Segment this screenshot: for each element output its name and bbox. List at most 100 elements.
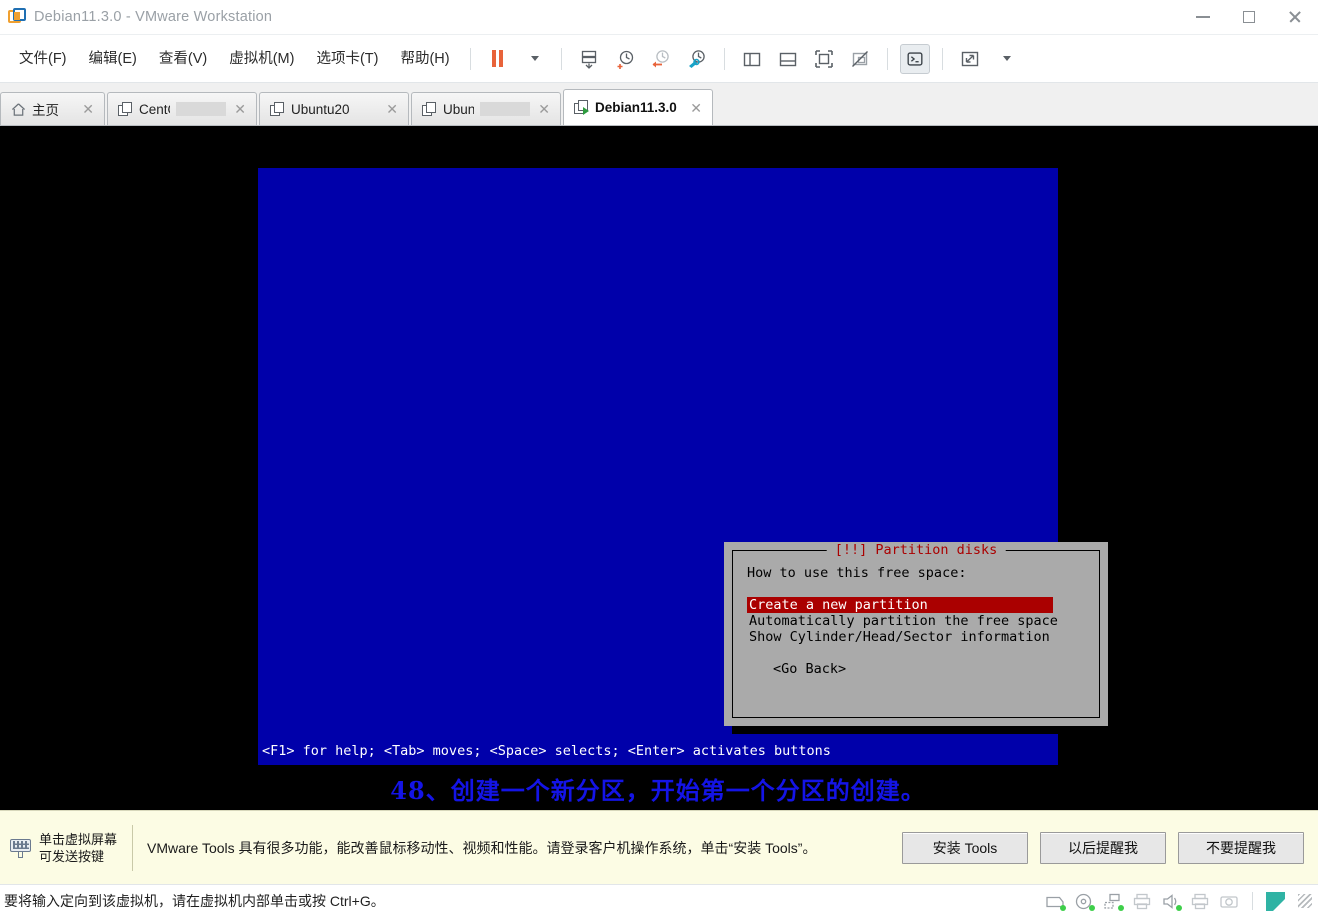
keyboard-hint-text: 单击虚拟屏幕 可发送按键 — [39, 831, 117, 865]
tab-home-close-icon[interactable]: ✕ — [80, 102, 96, 116]
stretch-dropdown[interactable] — [991, 44, 1021, 74]
option-create-new-partition[interactable]: Create a new partition — [747, 597, 1053, 613]
tab-centos7[interactable]: CentOS7 ✕ — [107, 92, 257, 125]
keyboard-hint-line1: 单击虚拟屏幕 — [39, 831, 118, 847]
vm-icon — [270, 101, 285, 117]
window-title: Debian11.3.0 - VMware Workstation — [34, 9, 273, 25]
vmware-tools-notification-bar: 单击虚拟屏幕 可发送按键 VMware Tools 具有很多功能，能改善鼠标移动… — [0, 810, 1318, 884]
tab-ubuntu20-close-icon[interactable]: ✕ — [384, 102, 400, 116]
show-thumbnail-bar-button[interactable] — [773, 44, 803, 74]
toolbar-separator — [723, 47, 725, 70]
printer-icon[interactable] — [1132, 893, 1152, 910]
menu-view[interactable]: 查看(V) — [150, 45, 216, 73]
status-separator — [1252, 892, 1253, 910]
vmware-logo-icon — [8, 8, 26, 26]
stretch-icon — [961, 51, 978, 66]
home-icon — [11, 102, 26, 117]
hard-disk-icon[interactable] — [1045, 893, 1066, 911]
snapshot-add-icon — [617, 50, 633, 69]
show-library-button[interactable] — [737, 44, 767, 74]
tab-debian11-close-icon[interactable]: ✕ — [688, 101, 704, 115]
notification-buttons: 安装 Tools 以后提醒我 不要提醒我 — [902, 831, 1318, 864]
chevron-down-icon — [531, 56, 540, 61]
camera-icon[interactable] — [1219, 893, 1239, 910]
menu-help[interactable]: 帮助(H) — [391, 45, 458, 73]
remind-me-later-button[interactable]: 以后提醒我 — [1040, 831, 1166, 864]
status-message: 要将输入定向到该虚拟机，请在虚拟机内部单击或按 Ctrl+G。 — [4, 893, 385, 909]
sound-card-icon[interactable] — [1161, 893, 1182, 911]
tab-home[interactable]: 主页 ✕ — [0, 92, 105, 125]
tab-ubuntu20-label: Ubuntu20 — [291, 101, 350, 117]
toolbar-separator — [560, 47, 562, 70]
cd-dvd-icon[interactable] — [1074, 893, 1095, 911]
debian-installer-screen[interactable]: [!!] Partition disks How to use this fre… — [258, 168, 1116, 765]
tab-ubuntu20[interactable]: Ubuntu20 ✕ — [259, 92, 409, 125]
take-snapshot-button[interactable] — [610, 44, 640, 74]
tab-centos7-close-icon[interactable]: ✕ — [232, 102, 248, 116]
menu-vm[interactable]: 虚拟机(M) — [220, 45, 303, 73]
fullscreen-button[interactable] — [809, 44, 839, 74]
vmware-workstation-window: Debian11.3.0 - VMware Workstation 文件(F) … — [0, 0, 1318, 917]
menu-file[interactable]: 文件(F) — [10, 45, 76, 73]
menu-tabs[interactable]: 选项卡(T) — [307, 45, 387, 73]
printer2-icon[interactable] — [1190, 893, 1210, 910]
vm-running-icon — [574, 100, 589, 115]
close-button[interactable] — [1272, 0, 1318, 34]
note-icon[interactable] — [1266, 891, 1285, 911]
snapshot-manager-button[interactable] — [682, 44, 712, 74]
dialog-frame: [!!] Partition disks How to use this fre… — [732, 542, 1100, 718]
minimize-button[interactable] — [1180, 0, 1226, 34]
console-button[interactable] — [899, 43, 930, 74]
keyboard-icon — [10, 837, 32, 859]
installer-help-line: <F1> for help; <Tab> moves; <Space> sele… — [262, 743, 831, 759]
maximize-button[interactable] — [1226, 0, 1272, 34]
panel-left-icon — [743, 52, 760, 66]
option-automatically-partition[interactable]: Automatically partition the free space — [747, 613, 1060, 629]
stretch-button[interactable] — [955, 44, 985, 74]
tab-home-label: 主页 — [32, 103, 59, 118]
tab-ubuntu18-shade — [480, 102, 531, 116]
keyboard-hint-line2: 可发送按键 — [39, 848, 105, 864]
window-controls — [1180, 0, 1318, 34]
tutorial-annotation: 48、创建一个新分区，开始第一个分区的创建。 — [390, 776, 926, 805]
install-tools-button[interactable]: 安装 Tools — [902, 831, 1028, 864]
toolbar-separator — [941, 47, 943, 70]
snapshot-settings-icon — [688, 49, 705, 68]
unity-button[interactable] — [845, 44, 875, 74]
console-icon — [907, 51, 923, 66]
tab-debian11-label: Debian11.3.0 — [595, 100, 677, 115]
unity-off-icon — [851, 50, 868, 67]
dialog-body: How to use this free space: Create a new… — [747, 565, 1089, 677]
go-back-button[interactable]: <Go Back> — [771, 661, 848, 677]
manage-snapshot-button[interactable] — [574, 44, 604, 74]
menu-edit[interactable]: 编辑(E) — [80, 45, 146, 73]
revert-snapshot-button[interactable] — [646, 44, 676, 74]
tab-debian11[interactable]: Debian11.3.0 ✕ — [563, 89, 713, 125]
tab-ubuntu18[interactable]: Ubuntu18 ✕ — [411, 92, 561, 125]
keyboard-hint: 单击虚拟屏幕 可发送按键 — [0, 831, 128, 865]
pause-icon — [492, 50, 504, 67]
status-bar: 要将输入定向到该虚拟机，请在虚拟机内部单击或按 Ctrl+G。 — [0, 884, 1318, 917]
menu-toolbar: 文件(F) 编辑(E) 查看(V) 虚拟机(M) 选项卡(T) 帮助(H) — [0, 35, 1318, 83]
vm-icon — [422, 101, 437, 117]
suspend-button[interactable] — [483, 44, 513, 74]
chevron-down-icon — [1003, 56, 1012, 61]
tab-ubuntu18-close-icon[interactable]: ✕ — [536, 102, 552, 116]
tab-centos7-shade — [176, 102, 227, 116]
status-device-icons — [1045, 891, 1318, 911]
notification-message: VMware Tools 具有很多功能，能改善鼠标移动性、视频和性能。请登录客户… — [147, 839, 817, 856]
tab-centos7-label: CentOS7 — [139, 101, 170, 117]
resize-grip-icon[interactable] — [1298, 894, 1312, 908]
panel-bottom-icon — [779, 52, 796, 66]
vm-display-area[interactable]: [!!] Partition disks How to use this fre… — [0, 126, 1318, 810]
partition-disks-dialog: [!!] Partition disks How to use this fre… — [724, 542, 1108, 726]
network-adapter-icon[interactable] — [1103, 893, 1124, 911]
notification-divider — [132, 824, 133, 871]
tab-ubuntu18-label: Ubuntu18 — [443, 101, 475, 117]
option-show-chs-information[interactable]: Show Cylinder/Head/Sector information — [747, 629, 1052, 645]
never-remind-button[interactable]: 不要提醒我 — [1178, 831, 1304, 864]
fullscreen-icon — [814, 49, 833, 68]
power-dropdown[interactable] — [519, 44, 549, 74]
toolbar-separator — [886, 47, 888, 70]
snapshot-manager-icon — [581, 50, 596, 69]
